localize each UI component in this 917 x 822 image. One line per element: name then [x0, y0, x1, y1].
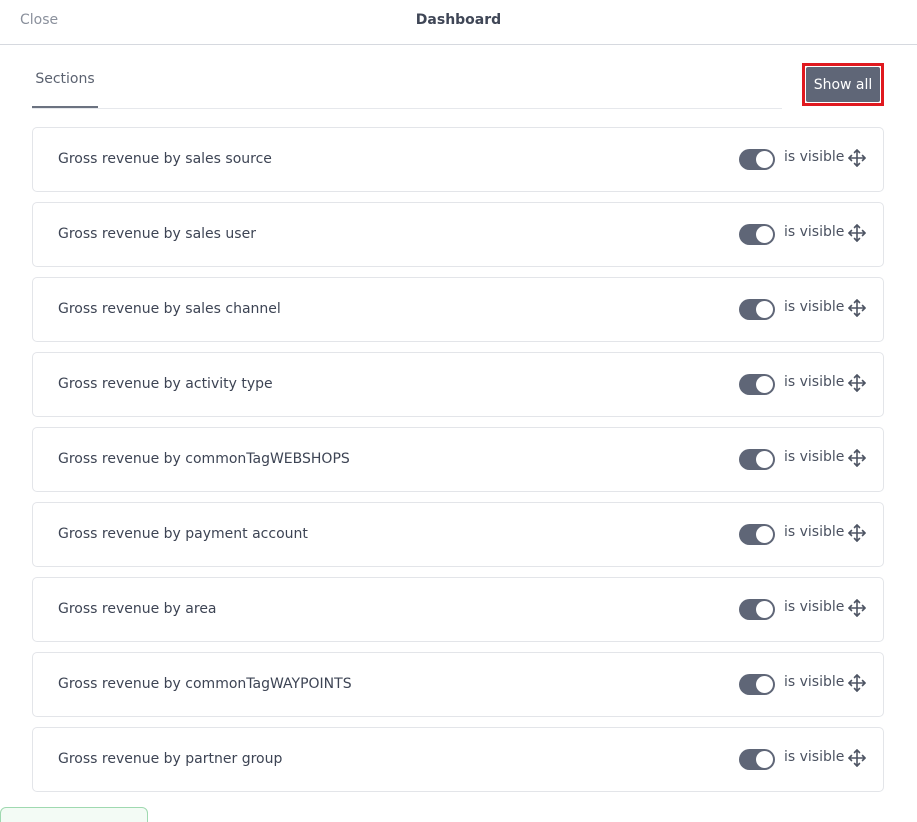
section-title: Gross revenue by sales channel [58, 301, 281, 317]
move-icon[interactable] [847, 148, 867, 168]
visibility-toggle[interactable] [739, 149, 775, 170]
toggle-knob [756, 226, 773, 243]
toggle-knob [756, 301, 773, 318]
toggle-knob [756, 601, 773, 618]
visibility-toggle[interactable] [739, 749, 775, 770]
visibility-toggle[interactable] [739, 374, 775, 395]
section-row: Gross revenue by partner group is visibl… [32, 727, 884, 792]
tab-sections[interactable]: Sections [32, 62, 98, 108]
section-row: Gross revenue by sales source is visible [32, 127, 884, 192]
section-title: Gross revenue by sales source [58, 151, 272, 167]
toggle-knob [756, 526, 773, 543]
section-row: Gross revenue by area is visible [32, 577, 884, 642]
section-title: Gross revenue by activity type [58, 376, 273, 392]
dashboard-settings-page: Close Dashboard Sections Show all Gross … [0, 0, 917, 822]
section-list: Gross revenue by sales source is visible… [32, 127, 884, 802]
section-title: Gross revenue by partner group [58, 751, 283, 767]
section-title: Gross revenue by sales user [58, 226, 256, 242]
move-icon[interactable] [847, 448, 867, 468]
section-row: Gross revenue by commonTagWAYPOINTS is v… [32, 652, 884, 717]
visibility-label: is visible [784, 749, 845, 765]
toggle-knob [756, 376, 773, 393]
section-title: Gross revenue by commonTagWAYPOINTS [58, 676, 352, 692]
toggle-knob [756, 676, 773, 693]
move-icon[interactable] [847, 298, 867, 318]
visibility-label: is visible [784, 599, 845, 615]
visibility-label: is visible [784, 449, 845, 465]
visibility-label: is visible [784, 224, 845, 240]
visibility-toggle[interactable] [739, 449, 775, 470]
visibility-label: is visible [784, 149, 845, 165]
move-icon[interactable] [847, 598, 867, 618]
move-icon[interactable] [847, 748, 867, 768]
move-icon[interactable] [847, 673, 867, 693]
tabs-bar: Sections [32, 62, 782, 109]
visibility-toggle[interactable] [739, 674, 775, 695]
section-row: Gross revenue by activity type is visibl… [32, 352, 884, 417]
visibility-toggle[interactable] [739, 524, 775, 545]
toast-notification-edge [0, 807, 148, 822]
visibility-label: is visible [784, 674, 845, 690]
visibility-toggle[interactable] [739, 599, 775, 620]
top-bar: Close Dashboard [0, 0, 917, 45]
move-icon[interactable] [847, 373, 867, 393]
section-title: Gross revenue by area [58, 601, 217, 617]
section-title: Gross revenue by commonTagWEBSHOPS [58, 451, 350, 467]
toggle-knob [756, 751, 773, 768]
toggle-knob [756, 151, 773, 168]
visibility-label: is visible [784, 299, 845, 315]
toggle-knob [756, 451, 773, 468]
visibility-label: is visible [784, 524, 845, 540]
section-row: Gross revenue by sales user is visible [32, 202, 884, 267]
show-all-button[interactable]: Show all [806, 67, 880, 102]
move-icon[interactable] [847, 523, 867, 543]
section-row: Gross revenue by commonTagWEBSHOPS is vi… [32, 427, 884, 492]
section-row: Gross revenue by payment account is visi… [32, 502, 884, 567]
move-icon[interactable] [847, 223, 867, 243]
visibility-label: is visible [784, 374, 845, 390]
section-title: Gross revenue by payment account [58, 526, 308, 542]
page-title: Dashboard [415, 12, 502, 28]
visibility-toggle[interactable] [739, 224, 775, 245]
section-row: Gross revenue by sales channel is visibl… [32, 277, 884, 342]
visibility-toggle[interactable] [739, 299, 775, 320]
